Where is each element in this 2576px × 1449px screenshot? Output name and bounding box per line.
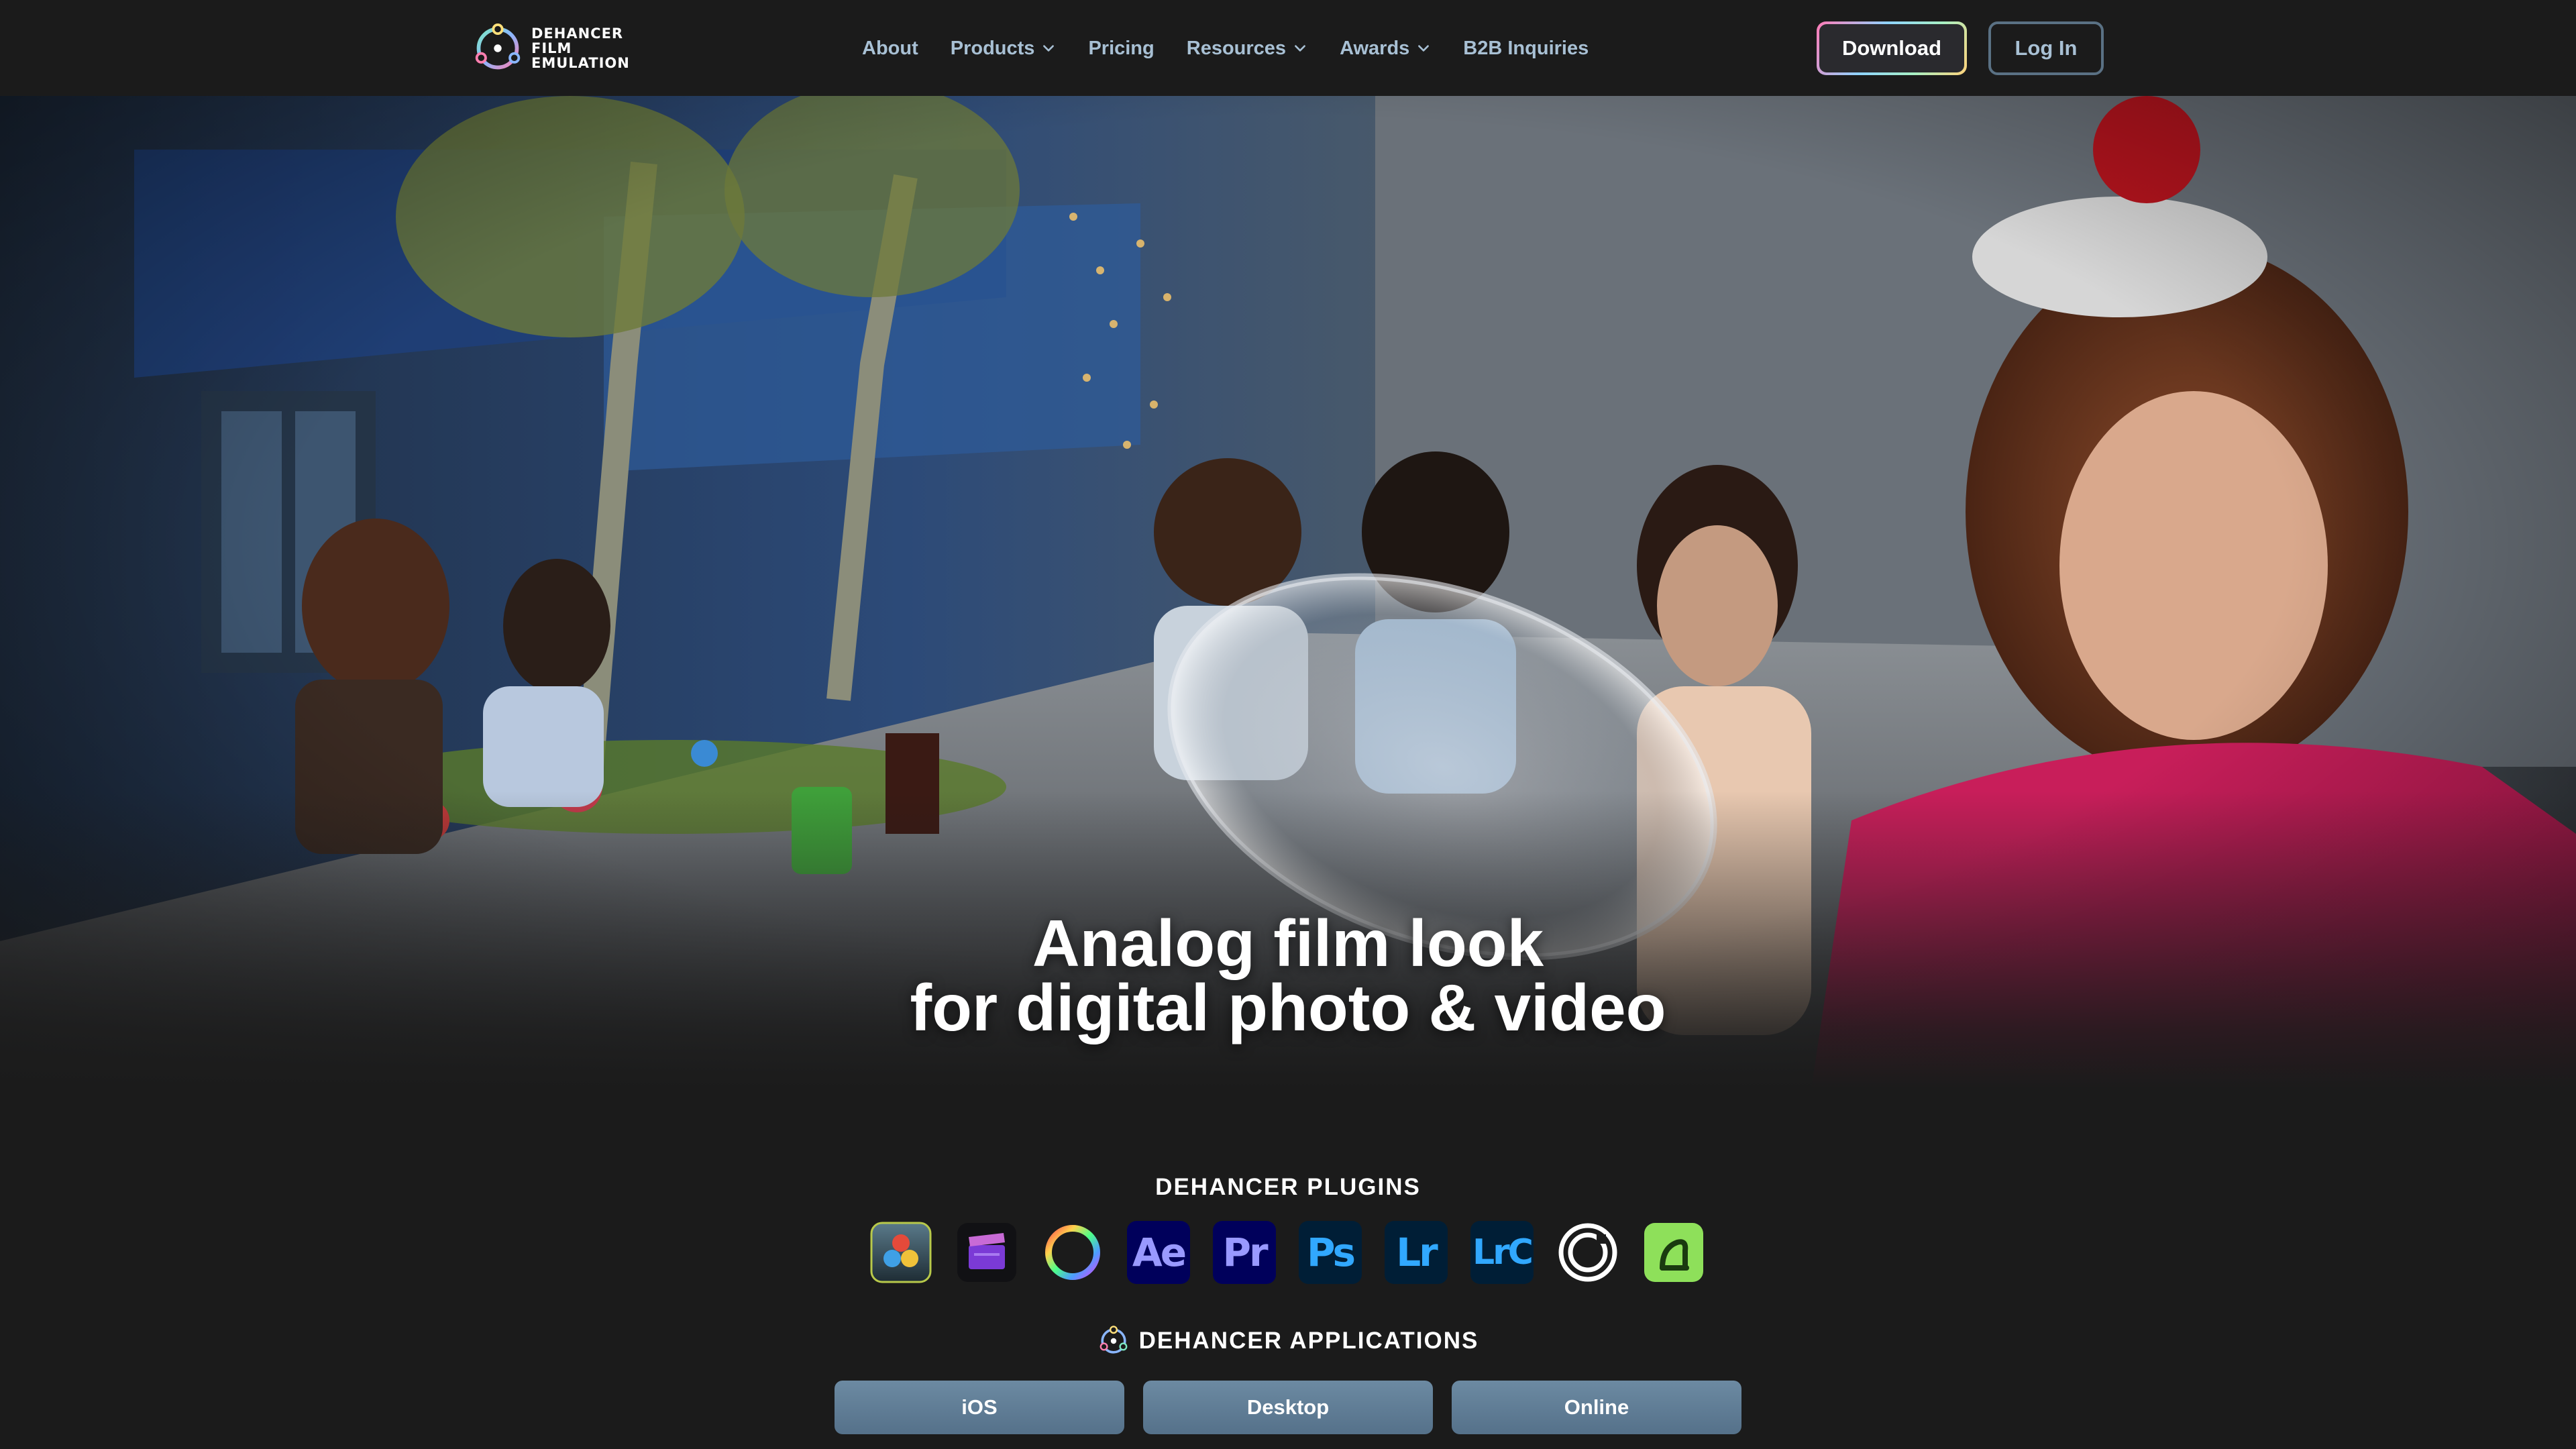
lightroom-classic-icon[interactable]: LrC	[1470, 1221, 1534, 1284]
chevron-down-icon	[1295, 45, 1305, 52]
nav-awards[interactable]: Awards	[1340, 38, 1431, 60]
main-nav: About Products Pricing Resources Awards …	[862, 32, 1621, 64]
nav-b2b-label: B2B Inquiries	[1463, 37, 1589, 59]
plugins-heading: DEHANCER PLUGINS	[1155, 1174, 1421, 1200]
plugins-list: Ae Pr Ps Lr LrC	[869, 1221, 1705, 1284]
final-cut-pro-icon[interactable]	[955, 1221, 1018, 1284]
hero-video: Analog film look for digital photo & vid…	[0, 96, 2576, 1089]
login-button[interactable]: Log In	[1988, 21, 2104, 75]
nav-pricing-label: Pricing	[1088, 37, 1155, 59]
logo-line-1: DEHANCER	[531, 25, 624, 42]
chevron-down-icon	[1043, 45, 1055, 52]
chevron-down-icon	[1418, 45, 1430, 52]
ios-app-button[interactable]: iOS	[835, 1381, 1124, 1434]
desktop-app-button[interactable]: Desktop	[1143, 1381, 1433, 1434]
capture-one-icon[interactable]	[1556, 1221, 1619, 1284]
nav-products-label: Products	[950, 37, 1035, 59]
nav-about-label: About	[862, 37, 918, 59]
download-button-label: Download	[1819, 24, 1964, 72]
applications-heading: DEHANCER APPLICATIONS	[0, 1325, 2576, 1357]
nav-resources[interactable]: Resources	[1187, 38, 1307, 60]
logo-wordmark: DEHANCER FILM EMULATION	[531, 26, 630, 70]
premiere-pro-icon[interactable]: Pr	[1213, 1221, 1276, 1284]
dehancer-app-icon	[1099, 1326, 1128, 1354]
download-button[interactable]: Download	[1817, 21, 1967, 75]
lightroom-icon[interactable]: Lr	[1385, 1221, 1448, 1284]
online-app-button[interactable]: Online	[1452, 1381, 1741, 1434]
logo-line-2: FILM	[531, 40, 572, 56]
application-buttons: iOS Desktop Online	[835, 1381, 1741, 1434]
after-effects-icon[interactable]: Ae	[1127, 1221, 1190, 1284]
hero-headline-line-2: for digital photo & video	[910, 971, 1666, 1044]
nav-pricing[interactable]: Pricing	[1088, 38, 1154, 60]
nav-products[interactable]: Products	[951, 38, 1057, 60]
color-wheel-icon[interactable]	[1041, 1221, 1104, 1284]
nav-b2b-inquiries[interactable]: B2B Inquiries	[1463, 38, 1589, 60]
nav-awards-label: Awards	[1340, 37, 1410, 59]
hero-headline-line-1: Analog film look	[1032, 906, 1544, 980]
photoshop-icon[interactable]: Ps	[1299, 1221, 1362, 1284]
nav-resources-label: Resources	[1186, 37, 1287, 59]
affinity-icon[interactable]	[1642, 1221, 1705, 1284]
dehancer-logo[interactable]: DEHANCER FILM EMULATION	[472, 21, 630, 75]
site-header: DEHANCER FILM EMULATION About Products P…	[0, 0, 2576, 96]
hero-headline: Analog film look for digital photo & vid…	[0, 906, 2576, 1044]
nav-about[interactable]: About	[862, 38, 918, 60]
logo-line-3: EMULATION	[531, 55, 630, 71]
applications-heading-text: DEHANCER APPLICATIONS	[1138, 1328, 1479, 1354]
davinci-resolve-icon[interactable]	[869, 1221, 932, 1284]
dehancer-logo-icon	[475, 23, 521, 70]
